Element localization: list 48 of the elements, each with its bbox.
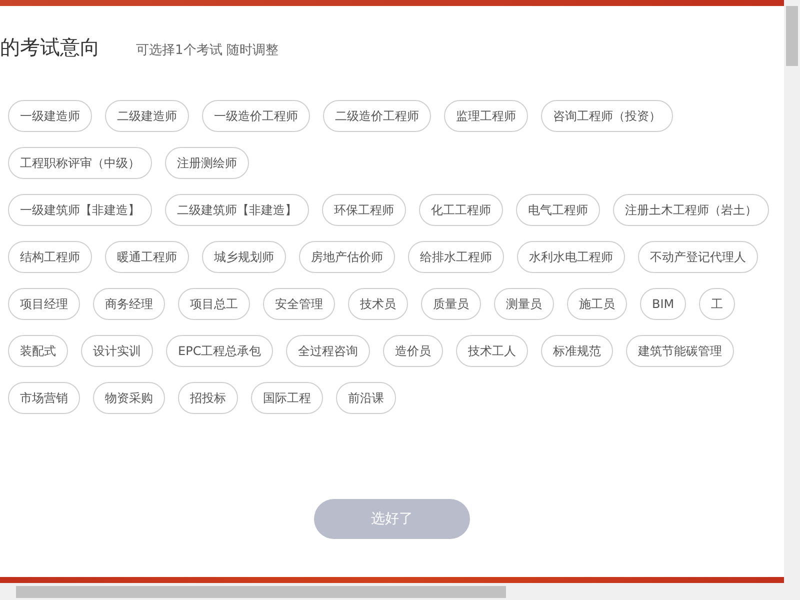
exam-option[interactable]: 给排水工程师 [408,241,504,273]
exam-option[interactable]: 一级建筑师【非建造】 [8,194,152,226]
exam-option[interactable]: 结构工程师 [8,241,92,273]
exam-option[interactable]: 建筑节能碳管理 [626,335,734,367]
exam-option[interactable]: 不动产登记代理人 [638,241,758,273]
exam-option[interactable]: 二级建造师 [105,100,189,132]
dialog-subtitle: 可选择1个考试 随时调整 [136,42,278,60]
exam-option[interactable]: BIM [640,288,686,320]
exam-option[interactable]: 标准规范 [541,335,614,367]
exam-option[interactable]: 技术员 [348,288,408,320]
exam-option[interactable]: 城乡规划师 [202,241,286,273]
exam-option[interactable]: 设计实训 [81,335,153,367]
exam-option[interactable]: 工 [699,288,736,320]
exam-option[interactable]: 项目经理 [8,288,80,320]
exam-option[interactable]: 全过程咨询 [286,335,370,367]
exam-option[interactable]: 化工工程师 [419,194,503,226]
exam-option[interactable]: 装配式 [8,335,68,367]
exam-option[interactable]: 一级建造师 [8,100,92,132]
exam-option[interactable]: 技术工人 [456,335,528,367]
exam-option[interactable]: 暖通工程师 [105,241,189,273]
exam-option[interactable]: 一级造价工程师 [202,100,310,132]
exam-option[interactable]: 二级造价工程师 [323,100,431,132]
exam-option[interactable]: 质量员 [421,288,481,320]
exam-option[interactable]: 项目总工 [178,288,250,320]
exam-option[interactable]: EPC工程总承包 [166,335,274,367]
exam-option[interactable]: 监理工程师 [444,100,528,132]
exam-option[interactable]: 电气工程师 [516,194,600,226]
exam-option[interactable]: 国际工程 [251,382,323,414]
exam-option[interactable]: 招投标 [178,382,238,414]
exam-option[interactable]: 物资采购 [93,382,165,414]
exam-option[interactable]: 房地产估价师 [299,241,395,273]
exam-option[interactable]: 造价员 [383,335,444,367]
exam-option[interactable]: 测量员 [494,288,554,320]
exam-option[interactable]: 安全管理 [263,288,335,320]
dialog-title: 的考试意向 [0,34,100,61]
horizontal-scrollbar[interactable] [0,583,784,600]
exam-option[interactable]: 商务经理 [93,288,165,320]
exam-option[interactable]: 注册土木工程师（岩土） [613,194,769,226]
exam-option[interactable]: 环保工程师 [322,194,406,226]
exam-option[interactable]: 工程职称评审（中级） [8,147,152,179]
exam-option[interactable]: 施工员 [567,288,627,320]
exam-option[interactable]: 注册测绘师 [165,147,249,179]
exam-option[interactable]: 前沿课 [336,382,396,414]
exam-option[interactable]: 市场营销 [8,382,80,414]
vertical-scrollbar[interactable] [784,0,800,600]
exam-option[interactable]: 二级建筑师【非建造】 [165,194,309,226]
exam-option[interactable]: 水利水电工程师 [517,241,625,273]
exam-option[interactable]: 咨询工程师（投资） [541,100,673,132]
